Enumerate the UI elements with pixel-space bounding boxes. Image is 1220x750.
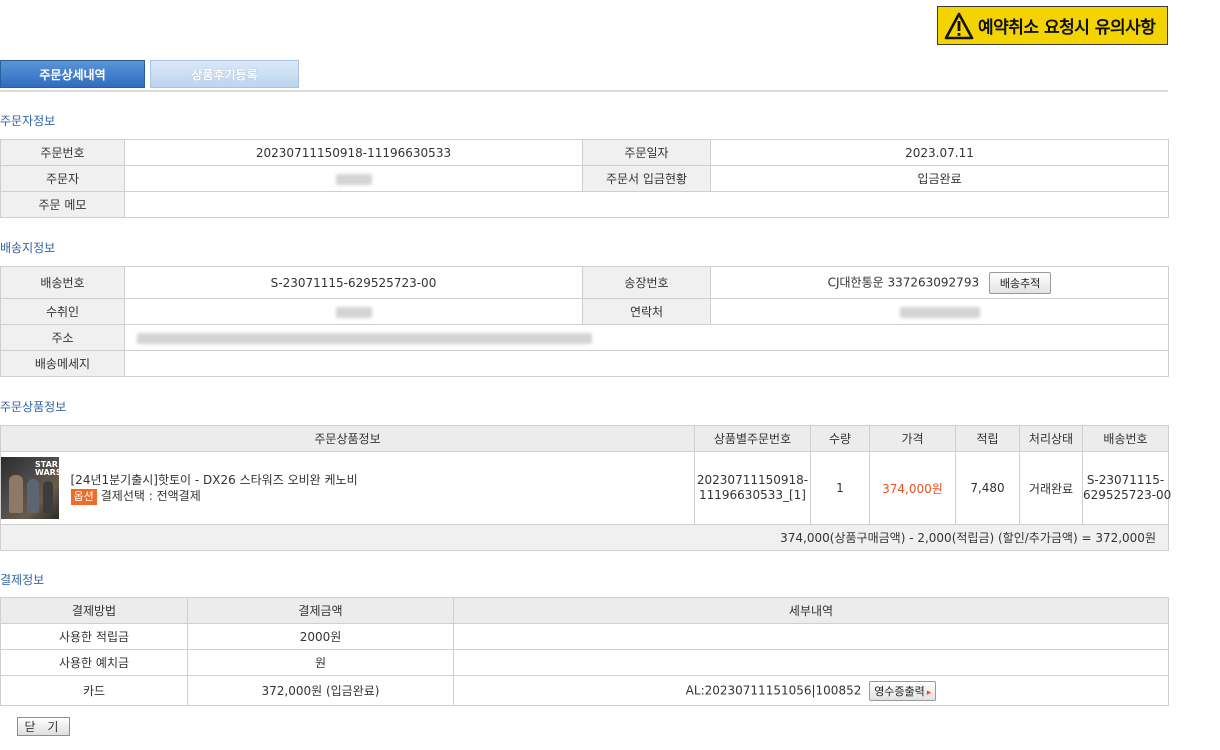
payment-method: 사용한 적립금 [0,623,188,650]
payment-detail-cell: AL:20230711151056|100852 영수증출력 ▸ [453,675,1169,706]
quantity-value: 1 [810,451,870,525]
product-thumbnail-cell: STAR WARS [0,451,62,525]
message-value [124,350,1169,377]
close-button[interactable]: 닫 기 [17,717,70,736]
order-number-value: 20230711150918-11196630533 [124,139,583,166]
payment-section-title: 결제정보 [0,573,45,587]
address-label: 주소 [0,324,125,351]
option-badge: 옵션 [70,488,97,505]
invoice-value: CJ대한통운 337263092793 [827,275,980,289]
payment-detail: AL:20230711151056|100852 [685,683,862,697]
payment-amount: 원 [187,649,454,676]
order-memo-value [124,191,1169,218]
redacted-address [137,332,592,344]
warning-icon [944,12,974,39]
order-date-label: 주문일자 [582,139,711,166]
orderer-table: 주문번호 20230711150918-11196630533 주문일자 202… [0,139,1169,218]
payment-method: 카드 [0,675,188,706]
products-table: 주문상품정보 상품별주문번호 수량 가격 적립 처리상태 배송번호 STAR W… [0,425,1172,551]
cancellation-notice-banner[interactable]: 예약취소 요청시 유의사항 [937,6,1168,45]
message-label: 배송메세지 [0,350,125,377]
print-receipt-label: 영수증출력 [874,684,925,698]
item-shipping-number-line1: S-23071115- [1086,473,1165,487]
col-header-quantity: 수량 [810,425,870,452]
invoice-cell: CJ대한통운 337263092793 배송추적 [710,266,1169,299]
orderer-value [124,165,583,192]
payment-detail [453,649,1169,676]
star-wars-logo: STAR WARS [35,460,62,477]
invoice-label: 송장번호 [582,266,711,299]
item-shipping-number-cell: S-23071115- 629525723-00 [1082,451,1172,525]
products-section-title: 주문상품정보 [0,400,67,414]
product-thumbnail[interactable]: STAR WARS [1,457,62,519]
payment-status-label: 주문서 입금현황 [582,165,711,192]
payment-status-value: 입금완료 [710,165,1169,192]
item-order-number-line1: 20230711150918- [696,473,809,487]
table-row: 카드 372,000원 (입금완료) AL:20230711151056|100… [0,675,1169,706]
col-header-shipping-number: 배송번호 [1082,425,1169,452]
tab-bar: 주문상세내역 상품후기등록 [0,60,1168,92]
order-number-label: 주문번호 [0,139,125,166]
arrow-right-icon: ▸ [926,687,932,698]
col-header-payment-detail: 세부내역 [453,597,1169,624]
item-order-number-line2: 11196630533_[1] [699,488,806,502]
contact-label: 연락처 [582,298,711,325]
product-info-cell: [24년1분기출시]핫토이 - DX26 스타워즈 오비완 케노비 옵션 결제선택… [60,451,695,525]
col-header-payment-method: 결제방법 [0,597,188,624]
points-value: 7,480 [955,451,1020,525]
address-value [124,324,1169,351]
contact-value [710,298,1169,325]
table-row: 사용한 적립금 2000원 [0,623,1169,650]
order-date-value: 2023.07.11 [710,139,1169,166]
order-total-summary: 374,000(상품구매금액) - 2,000(적립금) (할인/추가금액) =… [0,524,1169,551]
redacted-recipient [335,306,372,318]
payment-amount: 372,000원 (입금완료) [187,675,454,706]
col-header-price: 가격 [869,425,956,452]
status-value: 거래완료 [1019,451,1083,525]
col-header-item-order-number: 상품별주문번호 [694,425,811,452]
payment-table: 결제방법 결제금액 세부내역 사용한 적립금 2000원 사용한 예치금 원 카… [0,597,1169,706]
col-header-status: 처리상태 [1019,425,1083,452]
shipping-table: 배송번호 S-23071115-629525723-00 송장번호 CJ대한통운… [0,266,1169,377]
shipping-number-label: 배송번호 [0,266,125,299]
col-header-payment-amount: 결제금액 [187,597,454,624]
recipient-label: 수취인 [0,298,125,325]
orderer-section-title: 주문자정보 [0,114,56,128]
shipping-number-value: S-23071115-629525723-00 [124,266,583,299]
print-receipt-button[interactable]: 영수증출력 ▸ [869,680,937,701]
payment-amount: 2000원 [187,623,454,650]
cancellation-notice-label: 예약취소 요청시 유의사항 [978,18,1156,38]
item-order-number-cell: 20230711150918- 11196630533_[1] [694,451,811,525]
payment-method: 사용한 예치금 [0,649,188,676]
redacted-name [335,173,372,185]
price-value: 374,000원 [869,451,956,525]
col-header-product: 주문상품정보 [0,425,695,452]
table-row: 사용한 예치금 원 [0,649,1169,676]
shipping-section-title: 배송지정보 [0,241,56,255]
orderer-label: 주문자 [0,165,125,192]
col-header-points: 적립 [955,425,1020,452]
product-name-link[interactable]: [24년1분기출시]핫토이 - DX26 스타워즈 오비완 케노비 [71,472,695,488]
track-shipment-button[interactable]: 배송추적 [988,271,1052,294]
option-text: 결제선택 : 전액결제 [100,488,201,503]
tab-review-register[interactable]: 상품후기등록 [150,60,299,88]
payment-detail [453,623,1169,650]
tab-order-details[interactable]: 주문상세내역 [0,60,145,88]
table-row: STAR WARS [24년1분기출시]핫토이 - DX26 스타워즈 오비완 … [0,451,1172,525]
item-shipping-number-line2: 629525723-00 [1083,488,1172,502]
recipient-value [124,298,583,325]
order-memo-label: 주문 메모 [0,191,125,218]
redacted-contact [899,306,980,318]
